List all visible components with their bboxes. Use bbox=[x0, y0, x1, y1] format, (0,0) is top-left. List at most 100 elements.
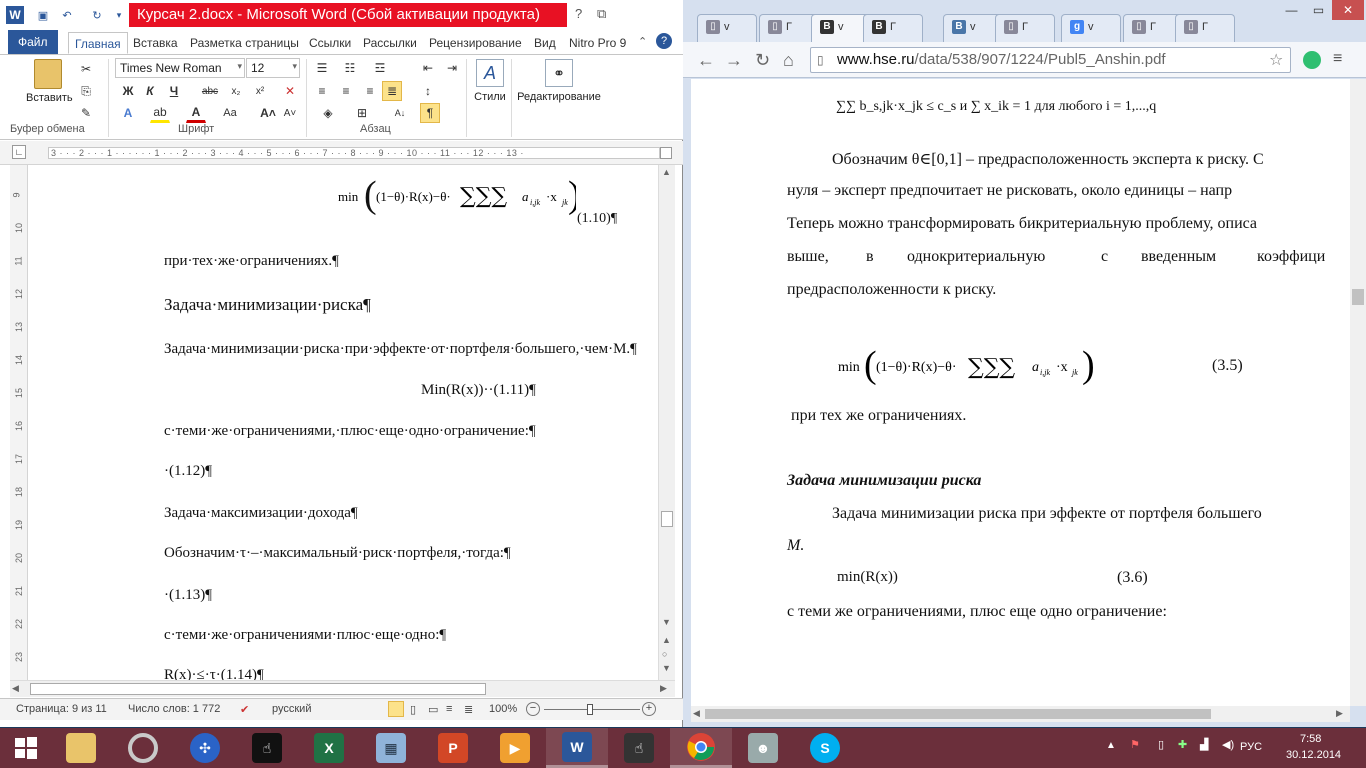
language[interactable]: русский bbox=[272, 703, 311, 715]
browser-tab[interactable]: ▯ Г bbox=[1123, 14, 1183, 42]
taskbar-chrome[interactable] bbox=[670, 728, 732, 768]
tab-view[interactable]: Вид bbox=[528, 32, 562, 54]
view-outline-icon[interactable]: ≡ bbox=[446, 703, 452, 715]
styles-button[interactable]: A Стили bbox=[472, 59, 508, 103]
zoom-out-icon[interactable]: − bbox=[526, 702, 540, 716]
scroll-up-icon[interactable]: ▲ bbox=[662, 167, 671, 177]
align-center-icon[interactable]: ≡ bbox=[336, 81, 356, 101]
prev-page-icon[interactable]: ▲ bbox=[662, 635, 671, 645]
browser-tab[interactable]: ВГ bbox=[863, 14, 923, 42]
sort-icon[interactable]: А↓ bbox=[390, 103, 410, 123]
taskbar-app[interactable]: ✣ bbox=[174, 728, 236, 768]
browser-tab[interactable]: gv bbox=[1061, 14, 1121, 42]
italic-button[interactable]: К bbox=[140, 81, 160, 101]
format-painter-icon[interactable]: ✎ bbox=[76, 103, 96, 123]
borders-icon[interactable]: ⊞ bbox=[352, 103, 372, 123]
justify-icon[interactable]: ≣ bbox=[382, 81, 402, 101]
redo-icon[interactable]: ↻ bbox=[88, 6, 106, 24]
taskbar-excel[interactable]: X bbox=[298, 728, 360, 768]
proofing-icon[interactable]: ✔ bbox=[240, 703, 249, 716]
font-name-combo[interactable]: Times New Roman ▾ bbox=[115, 58, 245, 78]
numbering-icon[interactable]: ☷ bbox=[340, 58, 360, 78]
tab-page-layout[interactable]: Разметка страницы bbox=[184, 32, 305, 54]
scroll-thumb[interactable] bbox=[1352, 289, 1364, 305]
taskbar-calculator[interactable]: ▦ bbox=[360, 728, 422, 768]
tray-time[interactable]: 7:58 bbox=[1300, 733, 1321, 745]
grow-font-icon[interactable]: A˄ bbox=[258, 103, 278, 123]
highlight-icon[interactable]: ab bbox=[150, 103, 170, 123]
align-right-icon[interactable]: ≡ bbox=[360, 81, 380, 101]
scroll-down-icon[interactable]: ▼ bbox=[662, 617, 671, 627]
align-left-icon[interactable]: ≡ bbox=[312, 81, 332, 101]
extension-icon[interactable] bbox=[1303, 51, 1321, 69]
browser-tab[interactable]: ▯ v bbox=[697, 14, 757, 42]
pdf-vertical-scrollbar[interactable] bbox=[1350, 79, 1366, 706]
qat-customize-icon[interactable]: ▾ bbox=[110, 6, 128, 24]
scroll-thumb[interactable] bbox=[30, 683, 486, 695]
browser-tab[interactable]: Вv bbox=[943, 14, 1003, 42]
minimize-icon[interactable]: — bbox=[1278, 0, 1305, 20]
close-icon[interactable]: ✕ bbox=[1332, 0, 1364, 20]
taskbar-word[interactable]: W bbox=[546, 728, 608, 768]
star-icon[interactable]: ☆ bbox=[1269, 50, 1283, 70]
underline-button[interactable]: Ч bbox=[164, 81, 184, 101]
maximize-icon[interactable]: ▭ bbox=[1305, 0, 1332, 20]
horizontal-scrollbar[interactable]: ◀ ▶ bbox=[10, 680, 675, 697]
clear-format-icon[interactable]: ✕ bbox=[280, 81, 300, 101]
taskbar-media[interactable]: ▶ bbox=[484, 728, 546, 768]
view-web-icon[interactable]: ▭ bbox=[428, 703, 438, 716]
help-circle-icon[interactable]: ? bbox=[656, 33, 672, 49]
menu-icon[interactable]: ≡ bbox=[1333, 50, 1342, 68]
scroll-left-icon[interactable]: ◀ bbox=[693, 708, 700, 719]
pdf-horizontal-scrollbar[interactable]: ◀ ▶ bbox=[691, 706, 1350, 722]
tray-flag-icon[interactable]: ⚑ bbox=[1130, 738, 1140, 751]
taskbar-powerpoint[interactable]: P bbox=[422, 728, 484, 768]
shading-icon[interactable]: ◈ bbox=[318, 103, 338, 123]
tab-insert[interactable]: Вставка bbox=[127, 32, 184, 54]
shrink-font-icon[interactable]: A˅ bbox=[280, 103, 300, 123]
browser-tab-active[interactable]: Вv bbox=[811, 14, 871, 42]
ruler-view-icon[interactable] bbox=[660, 147, 672, 159]
view-read-icon[interactable]: ▯ bbox=[410, 703, 416, 716]
undo-icon[interactable]: ↶ bbox=[58, 6, 76, 24]
ruler-scale[interactable]: 3 · · · 2 · · · 1 · · · · · · 1 · · · 2 … bbox=[48, 147, 660, 159]
word-count[interactable]: Число слов: 1 772 bbox=[128, 703, 220, 715]
select-browse-icon[interactable]: ○ bbox=[662, 649, 667, 659]
back-icon[interactable]: ← bbox=[697, 50, 715, 71]
tray-signal-icon[interactable]: ▟ bbox=[1200, 738, 1208, 751]
browser-tab[interactable]: ▯ Г bbox=[995, 14, 1055, 42]
paste-button[interactable]: Вставить bbox=[26, 59, 73, 115]
taskbar-app[interactable] bbox=[112, 728, 174, 768]
scroll-right-icon[interactable]: ▶ bbox=[660, 683, 667, 694]
line-spacing-icon[interactable]: ↕ bbox=[418, 81, 438, 101]
scroll-left-icon[interactable]: ◀ bbox=[12, 683, 19, 694]
taskbar-skype[interactable]: S bbox=[794, 728, 856, 768]
next-page-icon[interactable]: ▼ bbox=[662, 663, 671, 673]
bullets-icon[interactable]: ☰ bbox=[312, 58, 332, 78]
tab-home[interactable]: Главная bbox=[68, 32, 128, 54]
superscript-button[interactable]: x² bbox=[250, 81, 270, 101]
font-color-icon[interactable]: A bbox=[186, 103, 206, 123]
zoom-slider-thumb[interactable] bbox=[587, 704, 593, 715]
taskbar-app[interactable]: ☝ bbox=[608, 728, 670, 768]
taskbar-explorer[interactable] bbox=[50, 728, 112, 768]
multilevel-icon[interactable]: ☲ bbox=[370, 58, 390, 78]
tab-review[interactable]: Рецензирование bbox=[423, 32, 528, 54]
tray-expand-icon[interactable]: ▲ bbox=[1106, 740, 1116, 751]
tab-file[interactable]: Файл bbox=[8, 30, 58, 54]
cut-icon[interactable]: ✂ bbox=[76, 59, 96, 79]
tab-nitro[interactable]: Nitro Pro 9 bbox=[563, 32, 632, 54]
increase-indent-icon[interactable]: ⇥ bbox=[442, 58, 462, 78]
page-info-icon[interactable]: ▯ bbox=[817, 53, 824, 67]
zoom-in-icon[interactable]: + bbox=[642, 702, 656, 716]
scroll-thumb[interactable] bbox=[661, 511, 673, 527]
decrease-indent-icon[interactable]: ⇤ bbox=[418, 58, 438, 78]
tab-mailings[interactable]: Рассылки bbox=[357, 32, 423, 54]
copy-icon[interactable]: ⎘ bbox=[76, 81, 96, 101]
pdf-viewer[interactable]: ∑∑ b_s,jk·x_jk ≤ c_s и ∑ x_ik = 1 для лю… bbox=[691, 79, 1350, 706]
view-print-icon[interactable] bbox=[388, 701, 404, 717]
taskbar-app[interactable]: ☻ bbox=[732, 728, 794, 768]
help-icon[interactable]: ? bbox=[575, 6, 582, 21]
tab-selector-icon[interactable]: ∟ bbox=[12, 145, 26, 159]
forward-icon[interactable]: → bbox=[725, 50, 743, 71]
